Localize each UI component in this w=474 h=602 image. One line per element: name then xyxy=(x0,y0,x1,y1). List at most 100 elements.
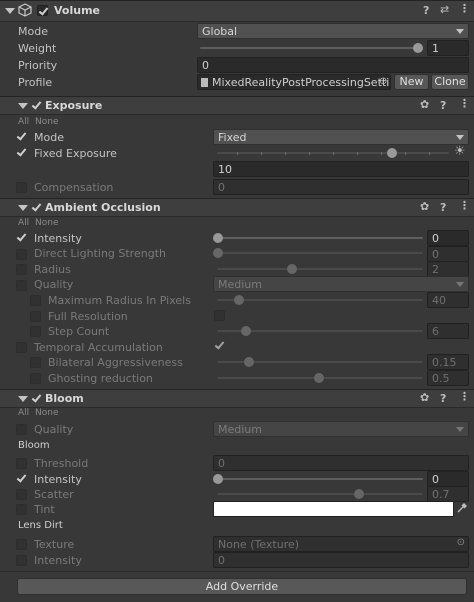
more-icon[interactable]: ⋮ xyxy=(459,97,470,110)
full-resolution-checkbox[interactable] xyxy=(214,310,225,321)
scatter-override[interactable] xyxy=(16,489,27,500)
settings-icon[interactable]: ✿ xyxy=(420,98,429,111)
settings-icon[interactable]: ✿ xyxy=(420,391,429,404)
direct-lighting-slider-track[interactable] xyxy=(217,252,423,254)
bilateral-field[interactable]: 0.15 xyxy=(427,354,469,370)
temporal-accumulation-override[interactable] xyxy=(16,342,27,353)
settings-icon[interactable]: ✿ xyxy=(420,200,429,213)
full-resolution-override[interactable] xyxy=(30,311,41,322)
object-picker-icon[interactable]: ⊙ xyxy=(457,537,465,548)
ao-foldout-arrow[interactable] xyxy=(18,205,28,211)
radius-slider-track[interactable] xyxy=(217,268,423,270)
help-icon[interactable]: ? xyxy=(440,201,446,214)
fixed-exposure-slider-handle[interactable] xyxy=(387,148,397,158)
ao-enabled-checkbox[interactable] xyxy=(31,202,42,213)
bloom-enabled-checkbox[interactable] xyxy=(31,393,42,404)
bloom-quality-override[interactable] xyxy=(16,424,27,435)
fixed-exposure-override[interactable] xyxy=(16,147,27,158)
fixed-exposure-field[interactable]: 10 xyxy=(213,161,469,177)
ao-intensity-slider-track[interactable] xyxy=(217,237,423,239)
clone-button[interactable]: Clone xyxy=(431,74,469,90)
exposure-mode-value: Fixed xyxy=(218,131,247,144)
tint-color-swatch[interactable] xyxy=(213,501,454,517)
weight-slider-handle[interactable] xyxy=(413,43,423,53)
sun-icon[interactable]: ☀ xyxy=(454,144,466,159)
lens-intensity-override[interactable] xyxy=(16,555,27,566)
scatter-field[interactable]: 0.7 xyxy=(427,486,469,502)
max-radius-slider-track[interactable] xyxy=(217,299,423,301)
bloom-intensity-slider-track[interactable] xyxy=(217,478,423,480)
ao-title: Ambient Occlusion xyxy=(45,201,161,214)
compensation-override[interactable] xyxy=(16,182,27,193)
tint-override[interactable] xyxy=(16,504,27,515)
more-icon[interactable]: ⋮ xyxy=(459,2,470,15)
bloom-foldout-arrow[interactable] xyxy=(18,396,28,402)
bilateral-slider-handle[interactable] xyxy=(244,357,254,367)
ao-none-link[interactable]: None xyxy=(35,218,58,228)
step-count-override[interactable] xyxy=(30,326,41,337)
radius-field[interactable]: 2 xyxy=(427,261,469,277)
volume-enabled-checkbox[interactable] xyxy=(37,5,48,16)
direct-lighting-override[interactable] xyxy=(16,249,27,260)
texture-field[interactable]: None (Texture) ⊙ xyxy=(213,536,469,552)
bloom-all-link[interactable]: All xyxy=(18,408,29,418)
exposure-enabled-checkbox[interactable] xyxy=(31,100,42,111)
scatter-slider-track[interactable] xyxy=(217,493,423,495)
bilateral-override[interactable] xyxy=(30,357,41,368)
exposure-mode-dropdown[interactable]: Fixed xyxy=(213,129,469,145)
bloom-intensity-override[interactable] xyxy=(16,473,27,484)
new-button[interactable]: New xyxy=(394,74,429,90)
ghosting-override[interactable] xyxy=(30,373,41,384)
weight-slider-track[interactable] xyxy=(200,47,422,49)
lens-intensity-field[interactable]: 0 xyxy=(213,552,469,568)
ghosting-field[interactable]: 0.5 xyxy=(427,370,469,386)
priority-field[interactable]: 0 xyxy=(197,57,469,73)
eyedropper-icon[interactable] xyxy=(456,502,468,517)
volume-foldout-arrow[interactable] xyxy=(5,8,15,14)
fixed-exposure-slider-track[interactable] xyxy=(217,152,449,155)
max-radius-override[interactable] xyxy=(30,295,41,306)
slider-tick xyxy=(405,152,406,155)
more-icon[interactable]: ⋮ xyxy=(459,390,470,403)
threshold-field[interactable]: 0 xyxy=(213,455,469,471)
scatter-slider-handle[interactable] xyxy=(354,489,364,499)
exposure-none-link[interactable]: None xyxy=(35,117,58,127)
exposure-all-link[interactable]: All xyxy=(18,117,29,127)
direct-lighting-slider-handle[interactable] xyxy=(213,248,223,258)
help-icon[interactable]: ? xyxy=(423,4,429,17)
exposure-foldout-arrow[interactable] xyxy=(18,103,28,109)
ao-intensity-slider-handle[interactable] xyxy=(213,233,223,243)
step-count-field[interactable]: 6 xyxy=(427,323,469,339)
bloom-intensity-slider-handle[interactable] xyxy=(213,474,223,484)
bloom-quality-dropdown[interactable]: Medium xyxy=(213,421,469,437)
ao-intensity-override[interactable] xyxy=(16,232,27,243)
ao-quality-dropdown[interactable]: Medium xyxy=(213,276,469,292)
object-picker-icon[interactable]: ⊙ xyxy=(379,76,387,87)
step-count-label: Step Count xyxy=(48,325,110,338)
volume-mode-dropdown[interactable]: Global xyxy=(197,23,469,39)
ao-quality-override[interactable] xyxy=(16,280,27,291)
ghosting-slider-handle[interactable] xyxy=(314,373,324,383)
exposure-mode-override[interactable] xyxy=(16,131,27,142)
more-icon[interactable]: ⋮ xyxy=(459,199,470,212)
preset-icon[interactable]: ⇄ xyxy=(440,3,449,16)
max-radius-slider-handle[interactable] xyxy=(234,295,244,305)
ao-all-link[interactable]: All xyxy=(18,218,29,228)
radius-slider-handle[interactable] xyxy=(287,264,297,274)
weight-field[interactable]: 1 xyxy=(427,40,469,56)
bloom-intensity-field[interactable]: 0 xyxy=(427,471,469,487)
help-icon[interactable]: ? xyxy=(440,99,446,112)
profile-field[interactable]: MixedRealityPostProcessingSetti xyxy=(197,74,391,90)
threshold-override[interactable] xyxy=(16,458,27,469)
temporal-accumulation-checkbox[interactable] xyxy=(214,340,225,351)
compensation-field[interactable]: 0 xyxy=(213,179,469,195)
step-count-slider-handle[interactable] xyxy=(241,326,251,336)
texture-override[interactable] xyxy=(16,539,27,550)
add-override-button[interactable]: Add Override xyxy=(17,578,467,595)
direct-lighting-field[interactable]: 0 xyxy=(427,246,469,262)
ao-intensity-field[interactable]: 0 xyxy=(427,230,469,246)
help-icon[interactable]: ? xyxy=(440,392,446,405)
bloom-none-link[interactable]: None xyxy=(35,408,58,418)
max-radius-field[interactable]: 40 xyxy=(427,292,469,308)
radius-override[interactable] xyxy=(16,264,27,275)
